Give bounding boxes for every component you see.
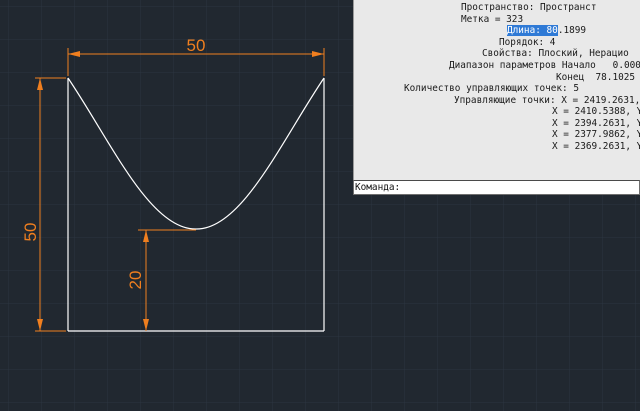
list-output-window[interactable]: Пространство: Пространст Метка = 323 Дли… (353, 0, 640, 181)
history-line: X = 2394.2631, Y (552, 118, 640, 129)
dimension-left-text: 50 (21, 223, 40, 242)
command-prompt: Команда: (355, 182, 401, 193)
command-history: Пространство: Пространст Метка = 323 Дли… (354, 0, 640, 158)
length-highlight: Длина: 80 (507, 25, 558, 36)
history-line: Управляющие точки: X = 2419.2631, (454, 95, 640, 106)
history-line: X = 2369.2631, Y (552, 141, 640, 152)
history-line: Диапазон параметров Начало 0.000 (449, 60, 640, 71)
history-line: Пространство: Пространст (461, 2, 597, 13)
history-line: Конец 78.1025 (556, 72, 636, 83)
history-line: Порядок: 4 (499, 37, 556, 48)
history-line: Метка = 323 (461, 14, 524, 25)
dimension-inner-text: 20 (126, 271, 145, 290)
history-line: X = 2377.9862, Y (552, 129, 640, 140)
history-line: X = 2410.5388, Y (552, 106, 640, 117)
dimension-top-text: 50 (187, 36, 206, 55)
history-line: Количество управляющих точек: 5 (404, 83, 579, 94)
history-line: Свойства: Плоский, Нерацио (482, 48, 629, 59)
history-line: Длина: 80.1899 (507, 25, 587, 36)
command-line-bar[interactable]: Команда: (353, 180, 640, 195)
command-line-input[interactable]: Команда: (353, 180, 640, 195)
